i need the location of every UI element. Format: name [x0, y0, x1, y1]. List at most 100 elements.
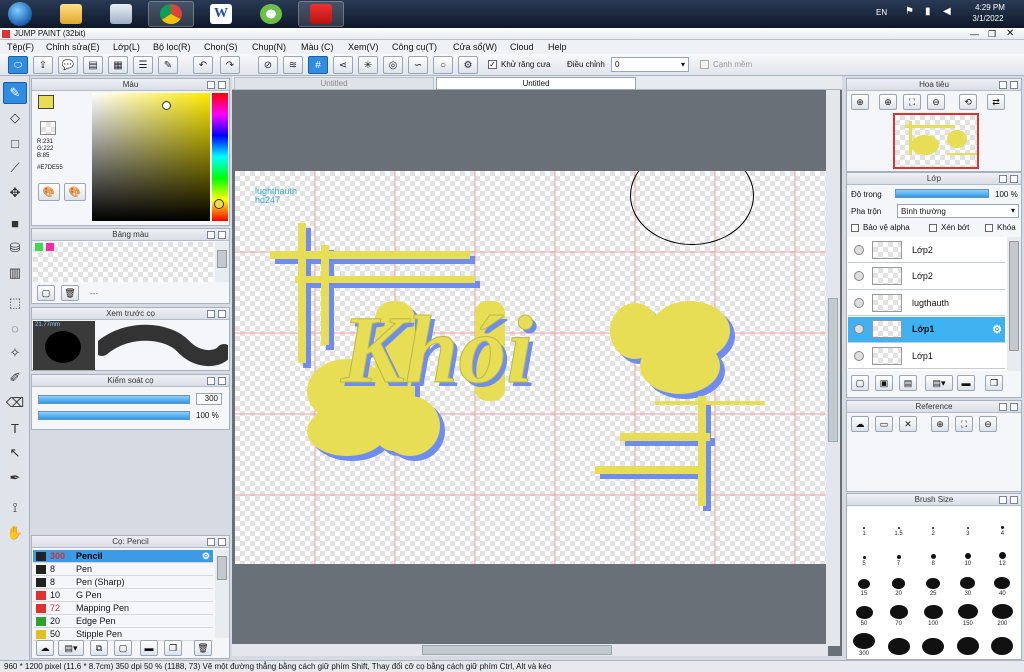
brush-size-cell[interactable]	[951, 627, 985, 657]
document-icon[interactable]: ▦	[108, 56, 128, 74]
panel-float-icon[interactable]	[999, 81, 1007, 89]
eye-icon[interactable]	[854, 324, 864, 334]
brush-size-cell[interactable]	[882, 627, 916, 657]
panel-float-icon[interactable]	[207, 310, 215, 318]
scrollbar-thumb[interactable]	[1009, 241, 1019, 351]
layer-row[interactable]: Lớp1	[848, 343, 1005, 369]
reference-cloud-icon[interactable]: ☁	[851, 416, 869, 432]
brush-size-cell[interactable]: 1	[847, 507, 881, 537]
taskbar-calculator-button[interactable]	[98, 1, 144, 27]
line-tool-icon[interactable]: ⟋	[3, 157, 27, 179]
new-layer-icon[interactable]: ▢	[851, 375, 869, 391]
perspective-icon[interactable]: ⋖	[333, 56, 353, 74]
maximize-button[interactable]: ❐	[988, 29, 996, 40]
brush-size-cell[interactable]: 12	[985, 537, 1019, 567]
settings-snap-icon[interactable]: ⚙	[458, 56, 478, 74]
close-button[interactable]: ✕	[1006, 28, 1014, 39]
menu-edit[interactable]: Chỉnh sửa(E)	[46, 42, 100, 52]
brush-size-cell[interactable]: 50	[847, 597, 881, 627]
panel-close-icon[interactable]	[1010, 81, 1018, 89]
rotate-icon[interactable]: ⟲	[959, 94, 977, 110]
protect-alpha-checkbox[interactable]	[851, 224, 859, 232]
menu-filter[interactable]: Bộ lọc(R)	[153, 42, 191, 52]
vertical-scrollbar[interactable]	[826, 90, 840, 646]
panel-float-icon[interactable]	[207, 231, 215, 239]
select-eraser-icon[interactable]: ⌫	[3, 392, 27, 414]
brush-delete-icon[interactable]: 🗑	[194, 640, 212, 656]
drawing-canvas[interactable]: lughthauth hd247 Khói Khói	[235, 171, 827, 564]
reference-fit-icon[interactable]: ⛶	[955, 416, 973, 432]
brush-size-input[interactable]: 300	[196, 393, 222, 405]
operation-tool-icon[interactable]: ↖	[3, 442, 27, 464]
menu-cloud[interactable]: Cloud	[510, 42, 534, 52]
clock-time[interactable]: 4:29 PM	[970, 3, 1010, 12]
network-icon[interactable]: ▮	[925, 6, 931, 17]
tool-mode-button[interactable]: ⬭	[8, 56, 28, 74]
brush-size-cell[interactable]: 2	[916, 507, 950, 537]
swatch-pink[interactable]	[46, 243, 54, 251]
brush-size-cell[interactable]: 4	[985, 507, 1019, 537]
add-layer-menu-icon[interactable]: ▤▾	[925, 375, 953, 391]
brush-size-cell[interactable]: 10	[951, 537, 985, 567]
brush-copy-icon[interactable]: ⧉	[90, 640, 108, 656]
brush-list-item[interactable]: 8 Pen	[33, 563, 213, 576]
brush-list-item[interactable]: 72 Mapping Pen	[33, 602, 213, 615]
scrollbar-thumb[interactable]	[217, 250, 227, 268]
tab-untitled-1[interactable]: Untitled	[234, 77, 434, 90]
brush-size-cell[interactable]: 8	[916, 537, 950, 567]
flip-icon[interactable]: ⇄	[987, 94, 1005, 110]
brush-list-item[interactable]: 8 Pen (Sharp)	[33, 576, 213, 589]
brush-size-cell[interactable]: 7	[882, 537, 916, 567]
start-button[interactable]	[0, 1, 40, 27]
menu-view[interactable]: Xem(V)	[348, 42, 379, 52]
list-icon[interactable]: ☰	[133, 56, 153, 74]
brush-size-cell[interactable]: 200	[985, 597, 1019, 627]
reference-open-icon[interactable]: ▭	[875, 416, 893, 432]
brush-tool-icon[interactable]: ✎	[3, 82, 27, 104]
panel-float-icon[interactable]	[207, 81, 215, 89]
menu-color[interactable]: Màu (C)	[301, 42, 334, 52]
new-layer-image-icon[interactable]: ▣	[875, 375, 893, 391]
pen-tool-icon[interactable]: ✒	[3, 467, 27, 489]
brush-list-item[interactable]: 20 Edge Pen	[33, 615, 213, 628]
menu-capture[interactable]: Chụp(N)	[252, 42, 286, 52]
circle-snap-icon[interactable]: ○	[433, 56, 453, 74]
eye-icon[interactable]	[854, 297, 864, 308]
layer-row[interactable]: lugthauth	[848, 290, 1005, 316]
undo-button[interactable]: ↶	[193, 56, 213, 74]
brush-size-cell[interactable]: 1.5	[882, 507, 916, 537]
taskbar-app-button[interactable]	[248, 1, 294, 27]
menu-file[interactable]: Tệp(F)	[7, 42, 34, 52]
layer-opacity-slider[interactable]	[895, 189, 989, 198]
hue-handle-icon[interactable]	[214, 199, 224, 209]
eye-icon[interactable]	[854, 244, 864, 255]
zoom-in-alt-icon[interactable]: ⊕	[879, 94, 897, 110]
panel-close-icon[interactable]	[1010, 403, 1018, 411]
palette-edit-icon[interactable]: 🎨	[64, 183, 86, 201]
palette-icon[interactable]: 🎨	[38, 183, 60, 201]
brush-size-cell[interactable]: 3	[951, 507, 985, 537]
hand-tool-icon[interactable]: ✋	[3, 522, 27, 544]
swatch-scrollbar[interactable]	[215, 242, 229, 282]
concentric-icon[interactable]: ◎	[383, 56, 403, 74]
eraser-tool-icon[interactable]: ◇	[3, 107, 27, 129]
minimize-button[interactable]: —	[970, 29, 979, 39]
panel-close-icon[interactable]	[218, 377, 226, 385]
menu-select[interactable]: Chọn(S)	[204, 42, 238, 52]
panel-close-icon[interactable]	[218, 231, 226, 239]
brush-list-item[interactable]: 10 G Pen	[33, 589, 213, 602]
language-indicator[interactable]: EN	[876, 8, 887, 17]
parallel-lines-icon[interactable]: ≋	[283, 56, 303, 74]
brush-folder-icon[interactable]: ▬	[140, 640, 158, 656]
layer-row[interactable]: Lớp2	[848, 237, 1005, 263]
taskbar-word-button[interactable]: W	[198, 1, 244, 27]
antialias-checkbox[interactable]: ✓	[488, 60, 497, 69]
brush-cloud-icon[interactable]: ☁	[36, 640, 54, 656]
brush-size-cell[interactable]	[985, 627, 1019, 657]
volume-icon[interactable]: ◀	[943, 6, 951, 17]
foreground-color-swatch[interactable]	[38, 95, 54, 109]
layer-list-scrollbar[interactable]	[1007, 237, 1021, 371]
brush-list-item[interactable]: 300 Pencil ⚙	[33, 550, 213, 563]
layer-row[interactable]: Lớp2	[848, 263, 1005, 290]
delete-swatch-icon[interactable]: 🗑	[61, 285, 79, 301]
